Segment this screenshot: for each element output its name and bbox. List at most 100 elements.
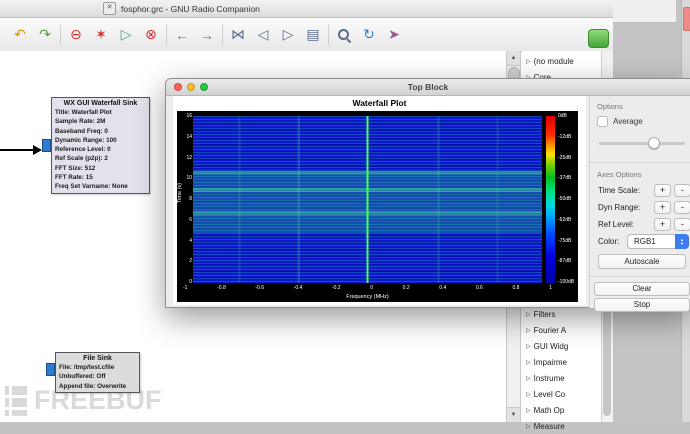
ports-icon[interactable]: ⋈ xyxy=(228,25,248,45)
disclosure-triangle-icon[interactable]: ▷ xyxy=(526,327,531,334)
dropdown-chevrons: ▲ ▼ xyxy=(675,234,689,249)
library-item-level-controllers[interactable]: ▷ Level Co xyxy=(522,386,601,402)
traffic-lights xyxy=(174,83,208,91)
library-item-label: Level Co xyxy=(534,390,566,399)
block-file-sink[interactable]: File Sink File: /tmp/test.cfile Unbuffer… xyxy=(55,352,140,393)
undo-icon[interactable]: ↶ xyxy=(10,25,30,45)
background-scrollbar-thumb[interactable] xyxy=(683,7,690,31)
toolbar-separator xyxy=(328,25,329,45)
cancel-icon[interactable]: ⊗ xyxy=(141,25,161,45)
average-slider-thumb[interactable] xyxy=(648,137,660,149)
library-item-gui-widgets[interactable]: ▷ GUI Widg xyxy=(522,338,601,354)
zoom-button[interactable] xyxy=(200,83,208,91)
grc-toolbar: ↶ ↷ ⊖ ✶ ▷ ⊗ ← → ⋈ ◁ ▷ ▤ ↻ ➤ xyxy=(0,18,613,52)
library-item-label: Math Op xyxy=(534,406,565,415)
library-item-impairments[interactable]: ▷ Impairme xyxy=(522,354,601,370)
time-scale-decrease-button[interactable]: - xyxy=(674,184,690,197)
average-slider[interactable] xyxy=(599,142,685,145)
search-icon[interactable] xyxy=(334,25,354,45)
connection-wire xyxy=(0,149,34,151)
window-close-icon[interactable]: ✕ xyxy=(103,2,116,15)
library-item-measurement[interactable]: ▷ Measure xyxy=(522,418,601,434)
library-scrollbar-thumb[interactable] xyxy=(603,304,611,416)
back-arrow-icon[interactable]: ← xyxy=(172,25,192,45)
chevron-down-icon: ▼ xyxy=(680,242,684,246)
library-item-label: Fourier A xyxy=(534,326,566,335)
x-tick: -0.2 xyxy=(332,285,341,291)
disclosure-triangle-icon[interactable]: ▷ xyxy=(526,58,531,65)
library-item-label: Instrume xyxy=(534,374,565,383)
block-param: Dynamic Range: 100 xyxy=(52,136,149,145)
color-dropdown[interactable]: RGB1 ▲ ▼ xyxy=(627,234,689,249)
dyn-range-increase-button[interactable]: + xyxy=(654,201,671,214)
library-item-filters[interactable]: ▷ Filters xyxy=(522,306,601,322)
watermark-logo-icon xyxy=(5,386,27,416)
kill-icon[interactable]: ✶ xyxy=(91,25,111,45)
plot-area: Time (s) 16 14 12 10 8 6 4 2 0 0dB -12dB… xyxy=(177,111,578,302)
stop-button[interactable]: Stop xyxy=(594,298,690,312)
background-window-fragment xyxy=(613,0,676,23)
colorbar-tick: -37dB xyxy=(558,175,574,181)
waterfall-sink-input-port[interactable] xyxy=(42,139,51,152)
close-button[interactable] xyxy=(174,83,182,91)
library-item-instrumentation[interactable]: ▷ Instrume xyxy=(522,370,601,386)
colorbar-tick: -50dB xyxy=(558,196,574,202)
time-scale-increase-button[interactable]: + xyxy=(654,184,671,197)
y-tick: 16 xyxy=(186,113,192,119)
disclosure-triangle-icon[interactable]: ▷ xyxy=(526,311,531,318)
library-item-label: Filters xyxy=(534,310,556,319)
disclosure-triangle-icon[interactable]: ▷ xyxy=(526,343,531,350)
block-param: File: /tmp/test.cfile xyxy=(56,363,139,372)
run-icon[interactable]: ▷ xyxy=(116,25,136,45)
y-tick: 4 xyxy=(189,238,192,244)
toolbar-separator xyxy=(60,25,61,45)
redo-icon[interactable]: ↷ xyxy=(35,25,55,45)
report-icon[interactable]: ▤ xyxy=(303,25,323,45)
step-back-icon[interactable]: ◁ xyxy=(253,25,273,45)
block-waterfall-sink[interactable]: WX GUI Waterfall Sink Title: Waterfall P… xyxy=(51,97,150,194)
x-tick: 0 xyxy=(370,285,373,291)
disclosure-triangle-icon[interactable]: ▷ xyxy=(526,423,531,430)
block-param: Append file: Overwrite xyxy=(56,382,139,391)
remove-icon[interactable]: ⊖ xyxy=(66,25,86,45)
color-label: Color: xyxy=(598,237,619,246)
dyn-range-decrease-button[interactable]: - xyxy=(674,201,690,214)
autoscale-button[interactable]: Autoscale xyxy=(598,254,686,269)
library-item-label: (no module xyxy=(534,57,574,66)
library-item-fourier[interactable]: ▷ Fourier A xyxy=(522,322,601,338)
block-param: Baseband Freq: 0 xyxy=(52,127,149,136)
minimize-button[interactable] xyxy=(187,83,195,91)
grc-titlebar[interactable]: ✕ fosphor.grc - GNU Radio Companion xyxy=(0,0,613,18)
disclosure-triangle-icon[interactable]: ▷ xyxy=(526,359,531,366)
block-title: File Sink xyxy=(56,353,139,363)
average-label: Average xyxy=(613,117,643,126)
top-block-titlebar[interactable]: Top Block xyxy=(166,79,690,96)
colorbar-tick: -87dB xyxy=(558,258,574,264)
scroll-up-icon[interactable]: ▲ xyxy=(507,51,520,66)
file-sink-input-port[interactable] xyxy=(46,363,55,376)
library-item-math-operators[interactable]: ▷ Math Op xyxy=(522,402,601,418)
colorbar-tick: 0dB xyxy=(558,113,574,119)
jump-icon[interactable]: ➤ xyxy=(384,25,404,45)
top-block-window: Top Block Waterfall Plot Time (s) 16 14 … xyxy=(165,78,690,308)
connection-arrowhead xyxy=(33,145,42,155)
reload-icon[interactable]: ↻ xyxy=(359,25,379,45)
block-param: FFT Rate: 15 xyxy=(52,173,149,182)
y-tick: 14 xyxy=(186,134,192,140)
y-tick: 2 xyxy=(189,258,192,264)
colorbar-tick: -100dB xyxy=(558,279,574,285)
colorbar-ticks: 0dB -12dB -25dB -37dB -50dB -62dB -75dB … xyxy=(558,113,574,285)
disclosure-triangle-icon[interactable]: ▷ xyxy=(526,375,531,382)
disclosure-triangle-icon[interactable]: ▷ xyxy=(526,407,531,414)
toolbar-separator xyxy=(166,25,167,45)
scroll-down-icon[interactable]: ▼ xyxy=(507,407,520,422)
library-item-no-module[interactable]: ▷ (no module xyxy=(522,53,601,69)
time-scale-label: Time Scale: xyxy=(598,186,640,195)
ref-level-increase-button[interactable]: + xyxy=(654,218,671,231)
disclosure-triangle-icon[interactable]: ▷ xyxy=(526,391,531,398)
ref-level-decrease-button[interactable]: - xyxy=(674,218,690,231)
step-forward-icon[interactable]: ▷ xyxy=(278,25,298,45)
forward-arrow-icon[interactable]: → xyxy=(197,25,217,45)
average-checkbox[interactable] xyxy=(597,116,608,127)
clear-button[interactable]: Clear xyxy=(594,282,690,296)
